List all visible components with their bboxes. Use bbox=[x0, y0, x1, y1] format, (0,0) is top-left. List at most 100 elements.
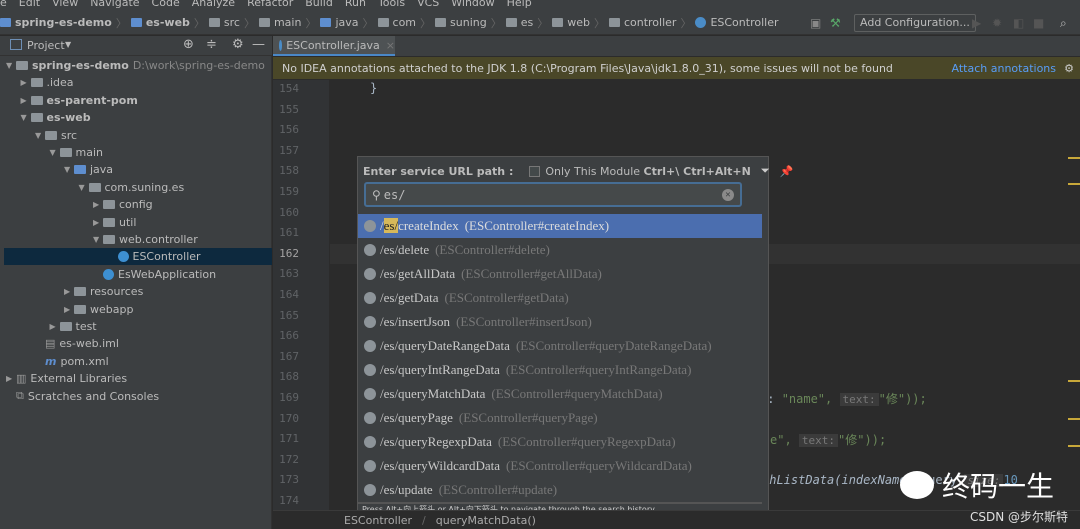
menu-item[interactable]: Navigate bbox=[90, 0, 139, 9]
result-item[interactable]: /es/createIndex (ESController#createIndex… bbox=[358, 214, 762, 238]
stop-icon[interactable]: ■ bbox=[1033, 16, 1044, 30]
chevron-right-icon[interactable]: ▶ bbox=[21, 78, 31, 87]
tree-item[interactable]: ▼ com.suning.es bbox=[79, 179, 185, 196]
result-item[interactable]: /es/getData (ESController#getData) bbox=[358, 286, 762, 310]
breadcrumb-item[interactable]: suning bbox=[435, 16, 487, 29]
breadcrumb-item[interactable]: es-web bbox=[130, 16, 190, 29]
tree-item[interactable]: ▼ java bbox=[64, 161, 113, 178]
add-configuration-button[interactable]: Add Configuration... bbox=[854, 14, 976, 32]
breadcrumb-item[interactable]: spring-es-demo bbox=[0, 16, 112, 29]
coverage-icon[interactable]: ◧ bbox=[1013, 16, 1024, 30]
breadcrumb-item[interactable]: com bbox=[377, 16, 416, 29]
project-view-selector[interactable]: Project bbox=[27, 39, 65, 52]
chevron-right-icon[interactable]: ▶ bbox=[6, 374, 16, 383]
attach-annotations-link[interactable]: Attach annotations bbox=[952, 62, 1056, 75]
result-item[interactable]: /es/queryWildcardData (ESController#query… bbox=[358, 454, 762, 478]
chevron-down-icon[interactable]: ▼ bbox=[64, 165, 74, 174]
chevron-down-icon[interactable]: ▼ bbox=[93, 235, 103, 244]
menu-item[interactable]: Run bbox=[345, 0, 366, 9]
result-item[interactable]: /es/delete (ESController#delete) bbox=[358, 238, 762, 262]
tree-item[interactable]: ▶ es-parent-pom bbox=[21, 92, 138, 109]
chevron-right-icon[interactable]: ▶ bbox=[50, 322, 60, 331]
result-item[interactable]: /es/queryIntRangeData (ESController#query… bbox=[358, 358, 762, 382]
tree-item[interactable]: ▶ ▥ External Libraries bbox=[6, 370, 127, 387]
tree-item[interactable]: m pom.xml bbox=[35, 353, 109, 370]
tree-item[interactable]: ▶ webapp bbox=[64, 301, 133, 318]
result-item[interactable]: /es/queryDateRangeData (ESController#quer… bbox=[358, 334, 762, 358]
error-stripe-marker[interactable] bbox=[1068, 380, 1080, 382]
locate-icon[interactable]: ⊕ bbox=[183, 37, 194, 52]
menu-item[interactable]: Refactor bbox=[247, 0, 293, 9]
menu-item[interactable]: Tools bbox=[378, 0, 405, 9]
tree-item[interactable]: ▶ resources bbox=[64, 283, 143, 300]
error-stripe-marker[interactable] bbox=[1068, 157, 1080, 159]
tree-item[interactable]: ▼ spring-es-demo D:\work\spring-es-demo bbox=[6, 57, 265, 74]
chevron-down-icon[interactable]: ▼ bbox=[35, 131, 45, 140]
tree-item[interactable]: ▶ config bbox=[93, 196, 153, 213]
build-hammer-icon[interactable]: ⚒ bbox=[830, 16, 841, 30]
clear-icon[interactable]: ✕ bbox=[722, 189, 734, 201]
tree-item[interactable]: ▤ es-web.iml bbox=[35, 335, 119, 352]
tree-item[interactable]: ⧉ Scratches and Consoles bbox=[6, 388, 159, 405]
chevron-down-icon[interactable]: ▼ bbox=[65, 40, 71, 49]
breadcrumb-method[interactable]: queryMatchData() bbox=[436, 514, 536, 527]
chevron-right-icon[interactable]: ▶ bbox=[93, 218, 103, 227]
tree-item[interactable]: ESController bbox=[4, 248, 272, 266]
terminal-icon[interactable]: ▣ bbox=[810, 16, 821, 30]
menu-item[interactable]: Window bbox=[451, 0, 494, 9]
error-stripe-marker[interactable] bbox=[1068, 183, 1080, 185]
chevron-down-icon[interactable]: ▼ bbox=[6, 61, 16, 70]
chevron-down-icon[interactable]: ▼ bbox=[50, 148, 60, 157]
menu-item[interactable]: VCS bbox=[417, 0, 439, 9]
breadcrumb-class[interactable]: ESController bbox=[344, 514, 412, 527]
tree-item[interactable]: ▼ main bbox=[50, 144, 103, 161]
breadcrumb-item[interactable]: web bbox=[552, 16, 590, 29]
chevron-right-icon[interactable]: ▶ bbox=[21, 96, 31, 105]
error-stripe-marker[interactable] bbox=[1068, 445, 1080, 447]
pin-icon[interactable]: 📌 bbox=[780, 165, 794, 178]
gear-icon[interactable]: ⚙ bbox=[1064, 62, 1074, 75]
search-everywhere-icon[interactable]: ⌕ bbox=[1060, 16, 1067, 31]
result-item[interactable]: /es/queryPage (ESController#queryPage) bbox=[358, 406, 762, 430]
breadcrumb-item[interactable]: controller bbox=[608, 16, 676, 29]
tab-escontroller-java[interactable]: ESController.java × bbox=[273, 36, 395, 56]
menu-item[interactable]: Edit bbox=[19, 0, 40, 9]
chevron-right-icon[interactable]: ▶ bbox=[64, 287, 74, 296]
menu-item[interactable]: View bbox=[52, 0, 78, 9]
close-tab-icon[interactable]: × bbox=[386, 39, 395, 52]
search-input[interactable]: ⚲ es/ ✕ bbox=[364, 182, 742, 207]
result-item[interactable]: /es/getAllData (ESController#getAllData) bbox=[358, 262, 762, 286]
breadcrumb-item[interactable]: java bbox=[320, 16, 359, 29]
chevron-right-icon[interactable]: ▶ bbox=[64, 305, 74, 314]
menu-item[interactable]: Code bbox=[152, 0, 180, 9]
error-stripe-marker[interactable] bbox=[1068, 418, 1080, 420]
result-item[interactable]: /es/queryRegexpData (ESController#queryRe… bbox=[358, 430, 762, 454]
chevron-down-icon[interactable]: ▼ bbox=[79, 183, 89, 192]
gear-icon[interactable]: ⚙ bbox=[232, 37, 244, 52]
run-icon[interactable]: ▶ bbox=[972, 16, 981, 30]
tree-item[interactable]: ▼ src bbox=[35, 127, 77, 144]
result-item[interactable]: /es/update (ESController#update) bbox=[358, 478, 762, 502]
tree-item[interactable]: ▶ .idea bbox=[21, 74, 74, 91]
breadcrumb-item[interactable]: main bbox=[258, 16, 301, 29]
tree-item[interactable]: EsWebApplication bbox=[93, 266, 216, 283]
menu-item[interactable]: Analyze bbox=[192, 0, 235, 9]
breadcrumb-item[interactable]: ESController bbox=[695, 16, 778, 29]
chevron-down-icon[interactable]: ▼ bbox=[21, 113, 31, 122]
breadcrumb-item[interactable]: src bbox=[208, 16, 240, 29]
tree-item[interactable]: ▶ test bbox=[50, 318, 97, 335]
debug-icon[interactable]: ✹ bbox=[992, 16, 1002, 30]
hide-icon[interactable]: — bbox=[252, 37, 265, 52]
filter-icon[interactable]: ⏷ bbox=[761, 164, 770, 178]
only-this-module-checkbox[interactable] bbox=[529, 165, 541, 177]
menu-item[interactable]: Build bbox=[305, 0, 333, 9]
menu-item[interactable]: e bbox=[0, 0, 7, 9]
breadcrumb-item[interactable]: es bbox=[505, 16, 533, 29]
collapse-all-icon[interactable]: ≑ bbox=[206, 37, 217, 52]
menu-item[interactable]: Help bbox=[507, 0, 532, 9]
tree-item[interactable]: ▶ util bbox=[93, 214, 136, 231]
result-item[interactable]: /es/queryMatchData (ESController#queryMat… bbox=[358, 382, 762, 406]
result-item[interactable]: /es/insertJson (ESController#insertJson) bbox=[358, 310, 762, 334]
tree-item[interactable]: ▼ web.controller bbox=[93, 231, 198, 248]
chevron-right-icon[interactable]: ▶ bbox=[93, 200, 103, 209]
